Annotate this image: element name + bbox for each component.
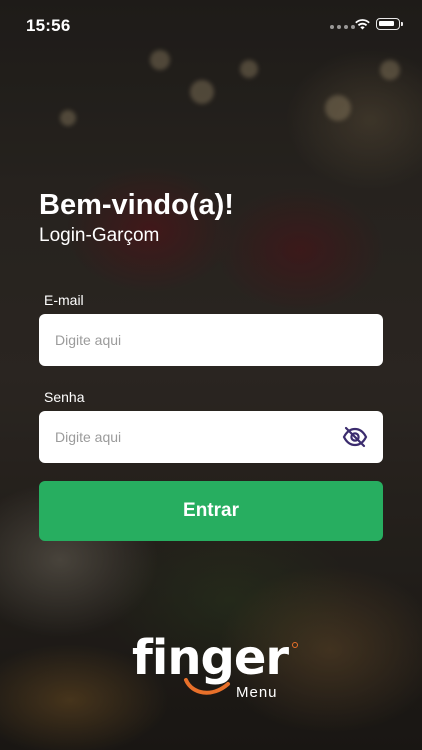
cellular-signal-icon xyxy=(330,25,355,29)
email-label: E-mail xyxy=(44,292,84,308)
status-time: 15:56 xyxy=(26,16,71,35)
brand-swoosh-icon xyxy=(184,678,230,695)
password-label: Senha xyxy=(44,389,85,405)
brand-registered-mark xyxy=(292,642,298,648)
battery-icon xyxy=(376,18,403,30)
eye-off-icon[interactable] xyxy=(342,425,368,449)
submit-button[interactable]: Entrar xyxy=(39,481,383,541)
status-bar: 15:56 xyxy=(0,0,422,52)
login-subtitle: Login-Garçom xyxy=(39,225,160,246)
email-field[interactable] xyxy=(39,314,383,366)
wifi-icon xyxy=(355,19,370,30)
brand-sub: Menu xyxy=(236,684,278,701)
welcome-title: Bem-vindo(a)! xyxy=(39,189,234,221)
password-field[interactable] xyxy=(39,411,383,463)
brand-logo: finger Menu xyxy=(132,630,302,710)
login-screen: 15:56 Bem-vindo(a)! Login-Garçom E-mail … xyxy=(0,0,422,750)
